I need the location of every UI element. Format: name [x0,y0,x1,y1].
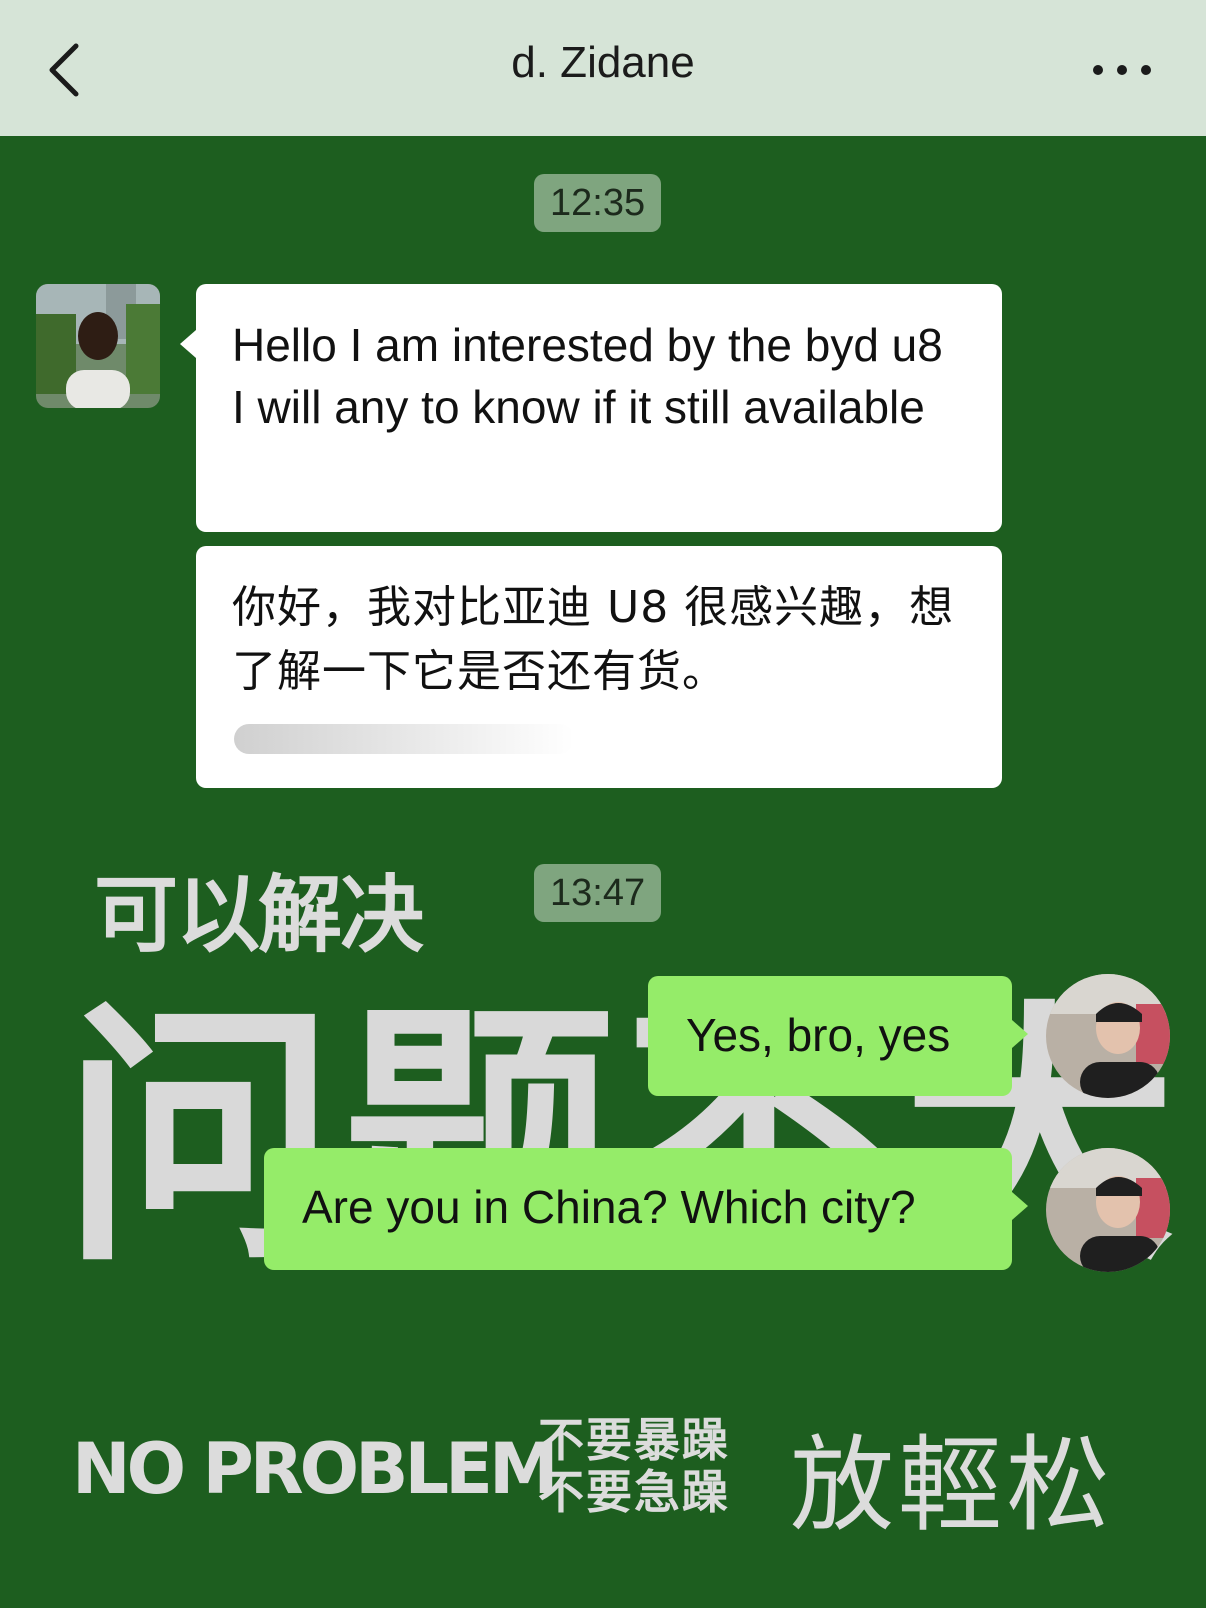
timestamp: 13:47 [534,864,662,922]
my-avatar[interactable] [1046,1148,1170,1272]
translation-message[interactable]: 你好，我对比亚迪 U8 很感兴趣，想了解一下它是否还有货。 [196,546,1002,788]
wallpaper-text-line3: NO PROBLEM [72,1428,559,1510]
wallpaper-text-line5: 放輕松 [790,1424,1115,1546]
chat-header: d. Zidane [0,0,1206,136]
wallpaper-text-line4: 不要暴躁 不要急躁 [538,1414,730,1518]
wallpaper-text-line4b: 不要急躁 [538,1465,730,1519]
outgoing-message[interactable]: Are you in China? Which city? [264,1148,1028,1270]
outgoing-message-text: Yes, bro, yes [686,1009,951,1061]
my-avatar[interactable] [1046,974,1170,1098]
incoming-message-text: Hello I am interested by the byd u8 I wi… [232,319,943,433]
more-dots-icon[interactable] [1090,52,1154,88]
translation-source-bar [234,724,574,754]
outgoing-message[interactable]: Yes, bro, yes [648,976,1028,1096]
chat-title: d. Zidane [511,38,695,87]
outgoing-message-text: Are you in China? Which city? [302,1181,916,1233]
contact-avatar[interactable] [36,284,160,408]
wallpaper-text-line1: 可以解决 [94,866,424,964]
incoming-message[interactable]: Hello I am interested by the byd u8 I wi… [180,284,1002,532]
timestamp: 12:35 [534,174,662,232]
wallpaper-text-line4a: 不要暴躁 [538,1413,730,1467]
translation-text: 你好，我对比亚迪 U8 很感兴趣，想了解一下它是否还有货。 [232,582,955,697]
